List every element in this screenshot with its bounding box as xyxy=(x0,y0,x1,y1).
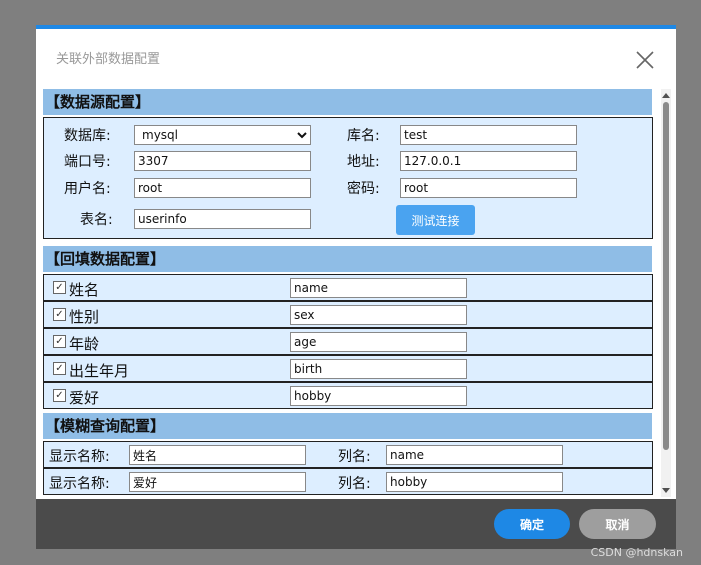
dialog-title-bar: 关联外部数据配置 xyxy=(36,29,676,85)
fuzzy-row: 显示名称: 列名: xyxy=(43,441,653,468)
scrollbar-thumb[interactable] xyxy=(663,102,669,450)
display-name-field[interactable] xyxy=(129,445,306,465)
backfill-row-label: 爱好 xyxy=(69,389,100,407)
dialog-content: 【数据源配置】 数据库: mysql 库名: 端口号: 地址: 用户名: 密码:… xyxy=(43,89,653,495)
port-field[interactable] xyxy=(134,151,311,171)
backfill-row: ✓ 姓名 xyxy=(43,274,653,301)
backfill-row: ✓ 年龄 xyxy=(43,328,653,355)
addr-field[interactable] xyxy=(400,151,577,171)
backfill-row: ✓ 性别 xyxy=(43,301,653,328)
db-select[interactable]: mysql xyxy=(134,125,311,145)
test-connection-button[interactable]: 测试连接 xyxy=(396,205,475,235)
checkbox[interactable]: ✓ xyxy=(53,389,66,402)
backfill-row-field[interactable] xyxy=(290,359,467,379)
table-label: 表名: xyxy=(80,212,113,228)
addr-label: 地址: xyxy=(347,154,380,170)
backfill-row-field[interactable] xyxy=(290,386,467,406)
user-field[interactable] xyxy=(134,178,311,198)
scroll-up-icon[interactable] xyxy=(661,91,671,99)
fuzzy-header: 【模糊查询配置】 xyxy=(43,413,652,439)
port-label: 端口号: xyxy=(64,154,111,170)
fuzzy-row: 显示名称: 列名: xyxy=(43,468,653,495)
pwd-label: 密码: xyxy=(347,181,380,197)
checkbox[interactable]: ✓ xyxy=(53,362,66,375)
checkbox[interactable]: ✓ xyxy=(53,281,66,294)
dialog: 关联外部数据配置 【数据源配置】 数据库: mysql 库名: 端口号: 地址:… xyxy=(36,25,676,549)
backfill-row-label: 姓名 xyxy=(69,281,100,299)
display-name-label: 显示名称: xyxy=(49,476,110,492)
db-label: 数据库: xyxy=(64,128,111,144)
backfill-row: ✓ 爱好 xyxy=(43,382,653,409)
dialog-footer: 确定 取消 xyxy=(36,499,676,549)
table-field[interactable] xyxy=(134,209,311,229)
dbname-field[interactable] xyxy=(400,125,577,145)
user-label: 用户名: xyxy=(64,181,111,197)
column-name-label: 列名: xyxy=(338,449,371,465)
display-name-label: 显示名称: xyxy=(49,449,110,465)
backfill-row-field[interactable] xyxy=(290,305,467,325)
checkbox[interactable]: ✓ xyxy=(53,308,66,321)
backfill-row: ✓ 出生年月 xyxy=(43,355,653,382)
cancel-button[interactable]: 取消 xyxy=(579,509,656,539)
pwd-field[interactable] xyxy=(400,178,577,198)
confirm-button[interactable]: 确定 xyxy=(494,509,570,539)
column-name-field[interactable] xyxy=(386,445,563,465)
backfill-row-field[interactable] xyxy=(290,332,467,352)
column-name-field[interactable] xyxy=(386,472,563,492)
backfill-header: 【回填数据配置】 xyxy=(43,246,652,272)
backfill-row-label: 年龄 xyxy=(69,335,100,353)
dialog-title: 关联外部数据配置 xyxy=(56,52,161,67)
column-name-label: 列名: xyxy=(338,476,371,492)
datasource-header: 【数据源配置】 xyxy=(43,89,652,115)
backfill-row-label: 性别 xyxy=(69,308,100,326)
backfill-row-field[interactable] xyxy=(290,278,467,298)
datasource-box: 数据库: mysql 库名: 端口号: 地址: 用户名: 密码: 表名: 测试连… xyxy=(43,117,653,239)
checkbox[interactable]: ✓ xyxy=(53,335,66,348)
backfill-row-label: 出生年月 xyxy=(69,362,130,380)
display-name-field[interactable] xyxy=(129,472,306,492)
scroll-down-icon[interactable] xyxy=(661,487,671,495)
dbname-label: 库名: xyxy=(347,128,380,144)
watermark: CSDN @hdnskan xyxy=(590,546,683,559)
close-icon[interactable] xyxy=(634,49,656,71)
vertical-scrollbar[interactable] xyxy=(661,89,671,497)
